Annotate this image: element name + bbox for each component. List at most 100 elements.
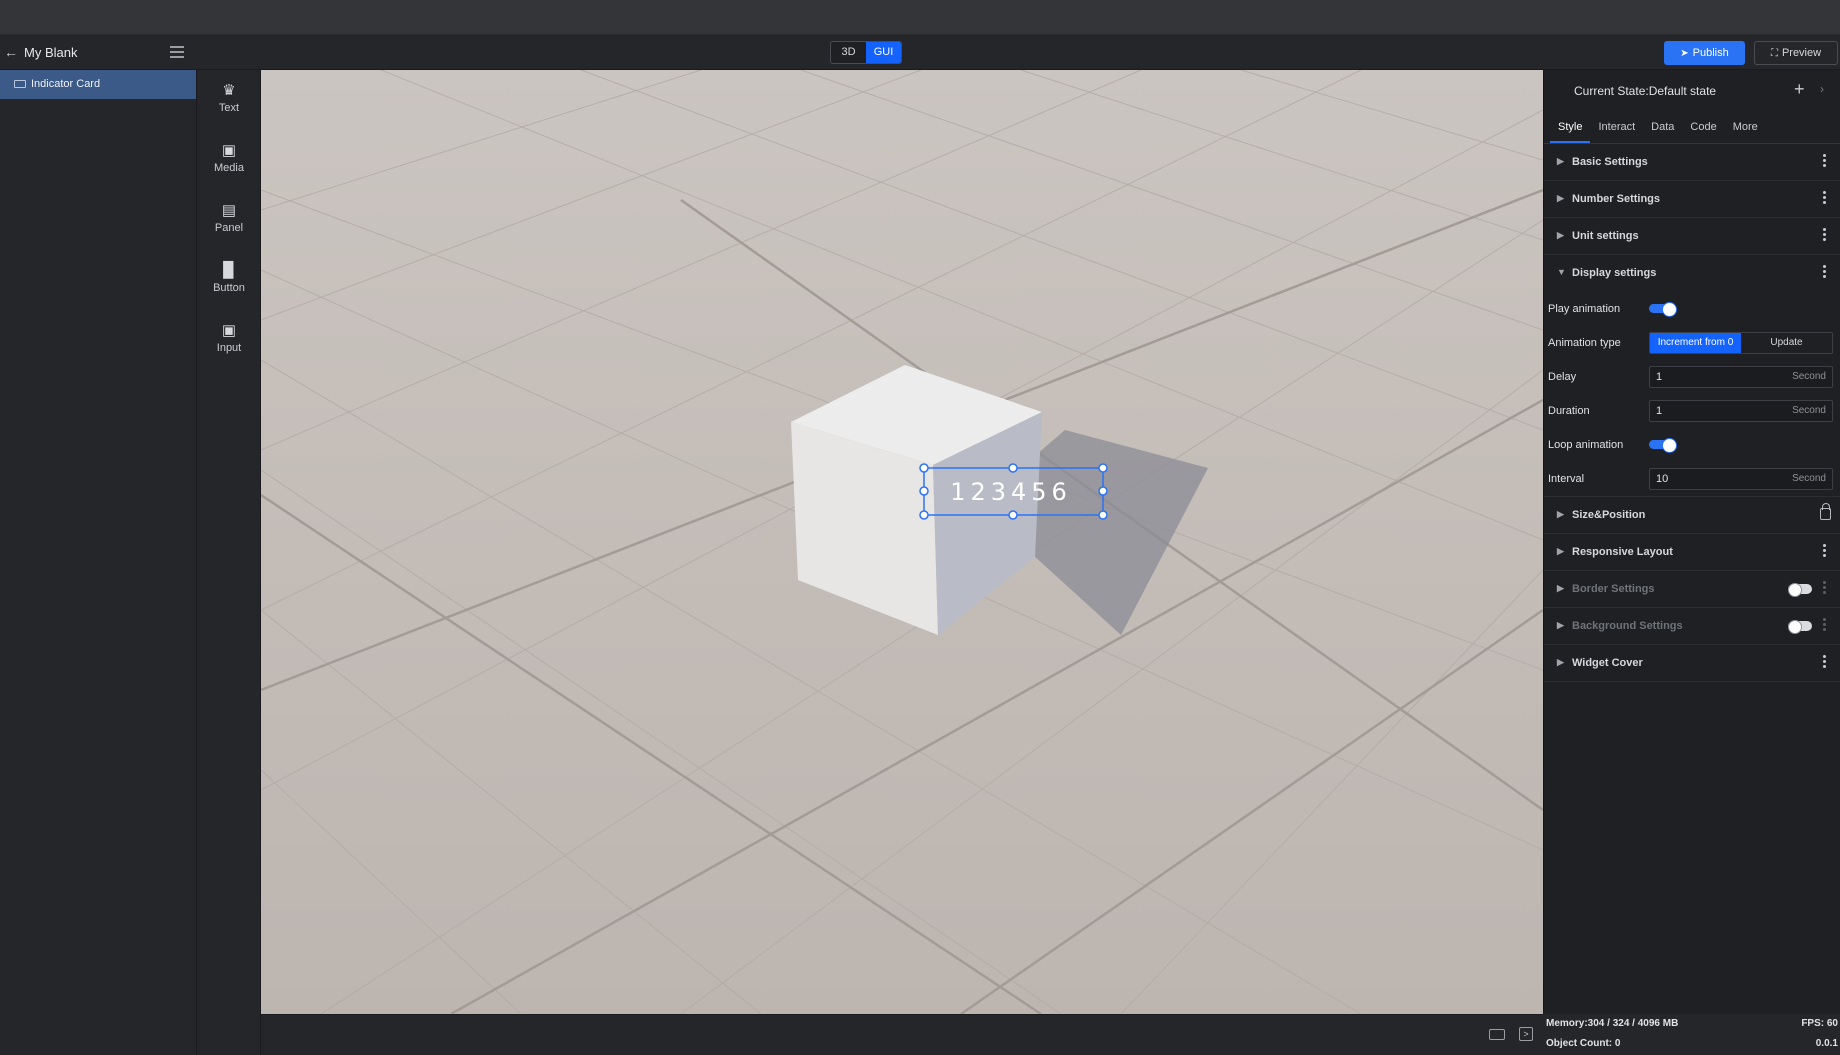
tool-label: Text [218,102,240,114]
object-count-readout: Object Count: 0 [1546,1038,1621,1049]
hamburger-menu-icon[interactable] [170,46,184,58]
prop-label: Play animation [1548,303,1621,315]
border-settings-toggle[interactable] [1788,583,1812,597]
caret-right-icon: ▶ [1557,156,1564,166]
mode-toggle: 3D GUI [830,41,902,64]
caret-right-icon: ▶ [1557,546,1564,556]
current-state-label[interactable]: Current State:Default state [1574,84,1716,98]
field-unit: Second [1792,371,1826,382]
media-icon: ▣ [221,142,237,159]
status-bar: > [261,1014,1543,1055]
send-icon: ➤ [1680,48,1689,59]
input-icon: ▣ [221,322,237,339]
section-number-settings[interactable]: ▶ Number Settings [1544,181,1840,218]
tool-panel[interactable]: ▤ Panel [197,202,261,234]
prop-label: Animation type [1548,337,1621,349]
prop-interval: Interval 10 Second [1544,462,1840,497]
indicator-card-number[interactable]: 123456 [950,478,1072,506]
field-value: 10 [1656,473,1669,485]
section-responsive-layout[interactable]: ▶ Responsive Layout [1544,534,1840,571]
back-arrow-icon[interactable]: ← [4,45,18,59]
chevron-right-icon[interactable]: › [1820,82,1824,96]
section-title: Basic Settings [1572,156,1648,168]
more-options-icon[interactable] [1823,655,1827,670]
animation-type-segmented: Increment from 0 Update [1649,332,1833,354]
more-options-icon[interactable] [1823,618,1827,633]
tool-media[interactable]: ▣ Media [197,142,261,174]
caret-right-icon: ▶ [1557,193,1564,203]
fullscreen-icon: ⛶ [1770,48,1778,59]
mode-gui-button[interactable]: GUI [866,42,901,63]
section-widget-cover[interactable]: ▶ Widget Cover [1544,645,1840,682]
text-icon: ♛ [222,82,236,99]
section-title: Responsive Layout [1572,546,1673,558]
widget-toolbox: ♛ Text ▣ Media ▤ Panel ▉ Button ▣ Input [197,70,261,1055]
tool-label: Media [214,162,244,174]
section-basic-settings[interactable]: ▶ Basic Settings [1544,144,1840,181]
lock-icon[interactable] [1820,503,1831,520]
play-animation-toggle[interactable] [1649,302,1677,317]
version-label: 0.0.1 [1815,1038,1838,1049]
tool-text[interactable]: ♛ Text [197,82,261,114]
publish-label: Publish [1692,47,1729,59]
section-title: Size&Position [1572,509,1646,521]
duration-input[interactable]: 1 Second [1649,400,1833,422]
prop-play-animation: Play animation [1544,292,1840,326]
caret-right-icon: ▶ [1557,509,1564,519]
terminal-icon[interactable]: > [1519,1027,1533,1041]
keyboard-icon[interactable] [1489,1029,1505,1040]
prop-delay: Delay 1 Second [1544,360,1840,394]
interval-input[interactable]: 10 Second [1649,468,1833,490]
add-state-icon[interactable]: + [1794,79,1805,100]
layer-item-label: Indicator Card [31,78,101,90]
section-title: Background Settings [1572,620,1683,632]
3d-viewport[interactable]: 123456 [261,70,1543,1014]
more-options-icon[interactable] [1823,228,1827,243]
caret-right-icon: ▶ [1557,657,1564,667]
prop-duration: Duration 1 Second [1544,394,1840,428]
preview-label: Preview [1781,47,1822,59]
more-options-icon[interactable] [1823,265,1827,280]
project-title: My Blank [24,45,78,60]
caret-right-icon: ▶ [1557,230,1564,240]
section-border-settings[interactable]: ▶ Border Settings [1544,571,1840,608]
tool-button[interactable]: ▉ Button [197,262,261,294]
mode-3d-button[interactable]: 3D [831,42,866,63]
preview-button[interactable]: ⛶ Preview [1754,41,1838,65]
section-title: Number Settings [1572,193,1661,205]
field-unit: Second [1792,405,1826,416]
section-background-settings[interactable]: ▶ Background Settings [1544,608,1840,645]
animation-type-update[interactable]: Update [1741,333,1832,353]
tab-style[interactable]: Style [1550,111,1591,143]
tab-code[interactable]: Code [1682,111,1724,143]
tab-more[interactable]: More [1725,111,1766,143]
animation-type-increment[interactable]: Increment from 0 [1650,333,1741,353]
publish-button[interactable]: ➤ Publish [1664,41,1745,65]
layer-tree-panel: Indicator Card [0,70,197,1055]
section-display-settings[interactable]: ▼ Display settings [1544,255,1840,292]
prop-label: Delay [1548,371,1577,383]
performance-stats: Memory:304 / 324 / 4096 MB FPS: 60 Objec… [1543,1014,1840,1055]
property-tabs: Style Interact Data Code More [1544,111,1840,144]
tool-input[interactable]: ▣ Input [197,322,261,354]
loop-animation-toggle[interactable] [1649,438,1677,453]
section-size-position[interactable]: ▶ Size&Position [1544,497,1840,534]
tool-label: Input [216,342,242,354]
more-options-icon[interactable] [1823,154,1827,169]
properties-panel: Current State:Default state + › Style In… [1543,70,1840,1014]
section-title: Unit settings [1572,230,1639,242]
tab-interact[interactable]: Interact [1590,111,1643,143]
button-icon: ▉ [223,262,235,279]
field-unit: Second [1792,473,1826,484]
more-options-icon[interactable] [1823,581,1827,596]
memory-readout: Memory:304 / 324 / 4096 MB [1546,1018,1679,1029]
tab-data[interactable]: Data [1643,111,1682,143]
caret-down-icon: ▼ [1557,267,1566,277]
background-settings-toggle[interactable] [1788,620,1812,634]
fps-readout: FPS: 60 [1801,1018,1838,1029]
delay-input[interactable]: 1 Second [1649,366,1833,388]
more-options-icon[interactable] [1823,544,1827,559]
more-options-icon[interactable] [1823,191,1827,206]
section-unit-settings[interactable]: ▶ Unit settings [1544,218,1840,255]
layer-item-indicator-card[interactable]: Indicator Card [0,70,196,99]
